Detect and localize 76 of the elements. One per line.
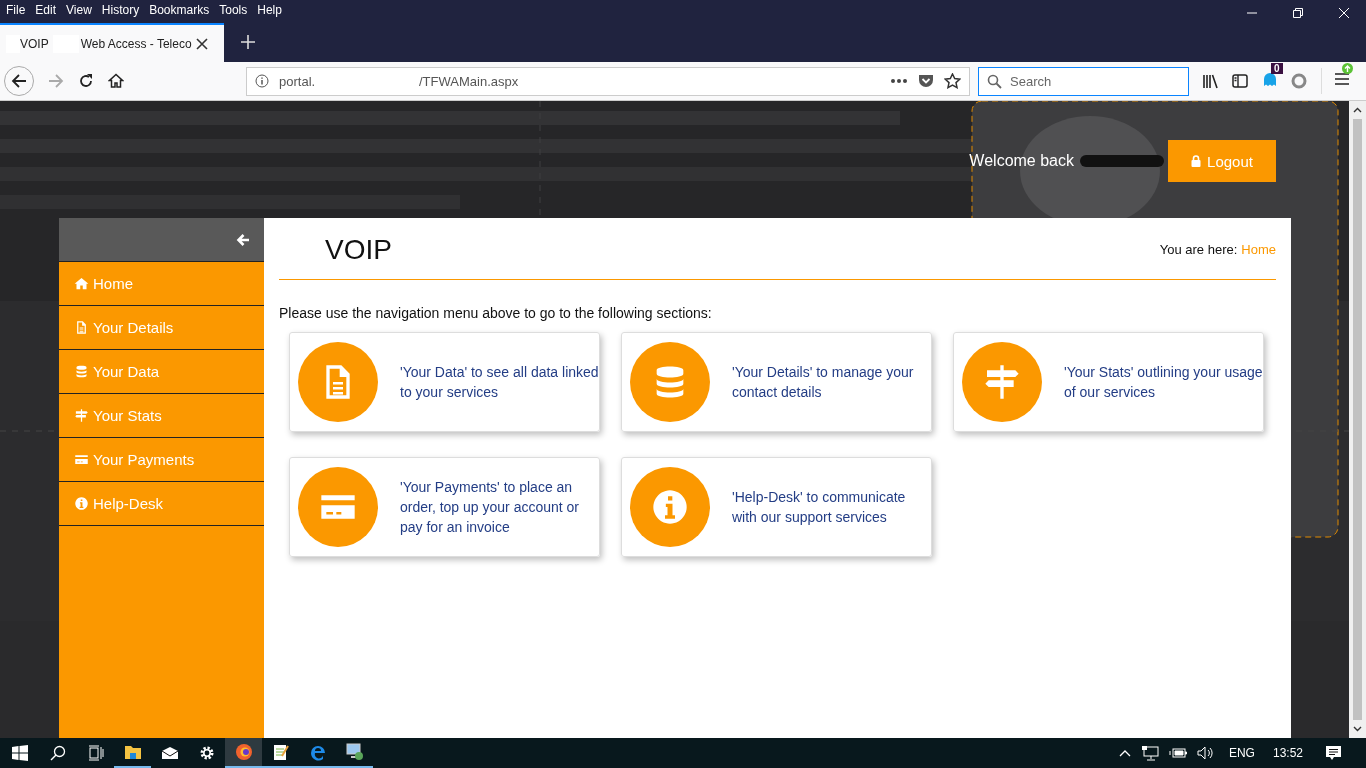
windows-start-icon[interactable]	[12, 745, 28, 761]
card-text: 'Your Data' to see all data linked to your services	[400, 363, 599, 402]
url-text: /TFWAMain.aspx	[419, 73, 519, 89]
page-title: VOIP	[325, 233, 392, 266]
card-text: 'Your Payments' to place an order, top up your account or pay for an invoice	[400, 478, 580, 537]
pocket-icon[interactable]	[918, 73, 934, 89]
search-icon[interactable]	[50, 745, 66, 761]
search-field[interactable]: Search	[978, 66, 1189, 96]
intro-text: Please use the navigation menu above to go to the following sections:	[279, 305, 713, 321]
count-badge: 0	[1271, 63, 1283, 74]
close-icon[interactable]	[195, 37, 208, 50]
card-text: 'Your Stats' outlining your usage of our services	[1064, 363, 1263, 402]
welcome-text: Welcome back	[969, 152, 1074, 170]
section-card[interactable]: 'Help-Desk' to communicate with our support services	[621, 457, 932, 557]
menu-item[interactable]: History	[101, 3, 140, 17]
scroll-down-icon[interactable]	[1353, 726, 1362, 732]
info-icon[interactable]	[255, 74, 269, 88]
breadcrumb-label: You are here:	[1159, 242, 1238, 257]
browser-icon[interactable]	[234, 743, 253, 761]
speaker-icon[interactable]	[1196, 746, 1215, 760]
menu-item[interactable]: Help	[257, 3, 282, 17]
restore-icon[interactable]	[1292, 7, 1304, 19]
signpost-icon	[982, 362, 1022, 402]
section-card[interactable]: 'Your Details' to manage your contact details	[621, 332, 932, 432]
ghost-icon[interactable]	[1262, 71, 1278, 87]
section-card[interactable]: 'Your Data' to see all data linked to your services	[289, 332, 600, 432]
lock-icon	[1191, 155, 1202, 167]
home-icon[interactable]	[108, 73, 124, 89]
gear-icon[interactable]	[198, 745, 215, 761]
menu-item[interactable]: File	[6, 3, 26, 17]
scroll-up-icon[interactable]	[1353, 107, 1362, 113]
notification-icon[interactable]	[1325, 745, 1342, 761]
signpost-icon	[74, 408, 89, 423]
menu-item[interactable]: Tools	[219, 3, 248, 17]
search-icon	[987, 73, 1002, 89]
card-text: 'Help-Desk' to communicate with our support services	[732, 488, 907, 527]
folder-icon[interactable]	[123, 744, 142, 760]
circle-icon[interactable]	[1291, 73, 1307, 89]
menu-item[interactable]: Bookmarks	[149, 3, 210, 17]
task-view-icon[interactable]	[88, 745, 104, 761]
more-icon[interactable]	[890, 78, 908, 84]
scrollbar[interactable]	[1349, 101, 1366, 738]
database-icon	[74, 364, 89, 379]
remote-desktop-icon[interactable]	[345, 743, 364, 761]
clock[interactable]: 13:52	[1272, 746, 1303, 760]
network-icon[interactable]	[1140, 745, 1159, 761]
document-icon	[74, 320, 89, 335]
tab-title: Web Access - Teleco	[80, 36, 192, 51]
scroll-thumb[interactable]	[1353, 119, 1362, 720]
language-indicator[interactable]: ENG	[1228, 746, 1255, 760]
info-icon	[650, 487, 690, 527]
section-card[interactable]: 'Your Stats' outlining your usage of our services	[953, 332, 1264, 432]
library-icon[interactable]	[1202, 73, 1219, 89]
address-bar[interactable]: portal. /TFWAMain.aspx	[246, 66, 970, 96]
card-text: 'Your Details' to manage your contact details	[732, 363, 915, 402]
home-icon	[74, 276, 89, 291]
back-arrow-icon	[11, 73, 27, 89]
browser-tab[interactable]: VOIP Web Access - Teleco	[0, 23, 224, 62]
menu-item[interactable]: View	[66, 3, 92, 17]
mail-icon[interactable]	[160, 746, 179, 760]
credit-card-icon	[74, 452, 89, 467]
sidebar-icon[interactable]	[1232, 74, 1248, 88]
menu-icon[interactable]	[1334, 72, 1350, 86]
notepad-icon[interactable]	[272, 743, 289, 761]
menu-item[interactable]: Edit	[35, 3, 57, 17]
edge-icon[interactable]	[308, 743, 327, 761]
battery-icon[interactable]	[1168, 747, 1187, 759]
section-card[interactable]: 'Your Payments' to place an order, top up your account or pay for an invoice	[289, 457, 600, 557]
back-arrow-icon[interactable]	[236, 232, 250, 247]
info-icon	[74, 496, 89, 511]
chevron-up-icon[interactable]	[1118, 749, 1131, 757]
url-text: portal.	[279, 73, 317, 89]
plus-icon[interactable]	[240, 34, 256, 50]
tab-title: VOIP	[20, 36, 49, 51]
star-icon[interactable]	[944, 73, 961, 89]
reload-icon[interactable]	[78, 73, 94, 89]
